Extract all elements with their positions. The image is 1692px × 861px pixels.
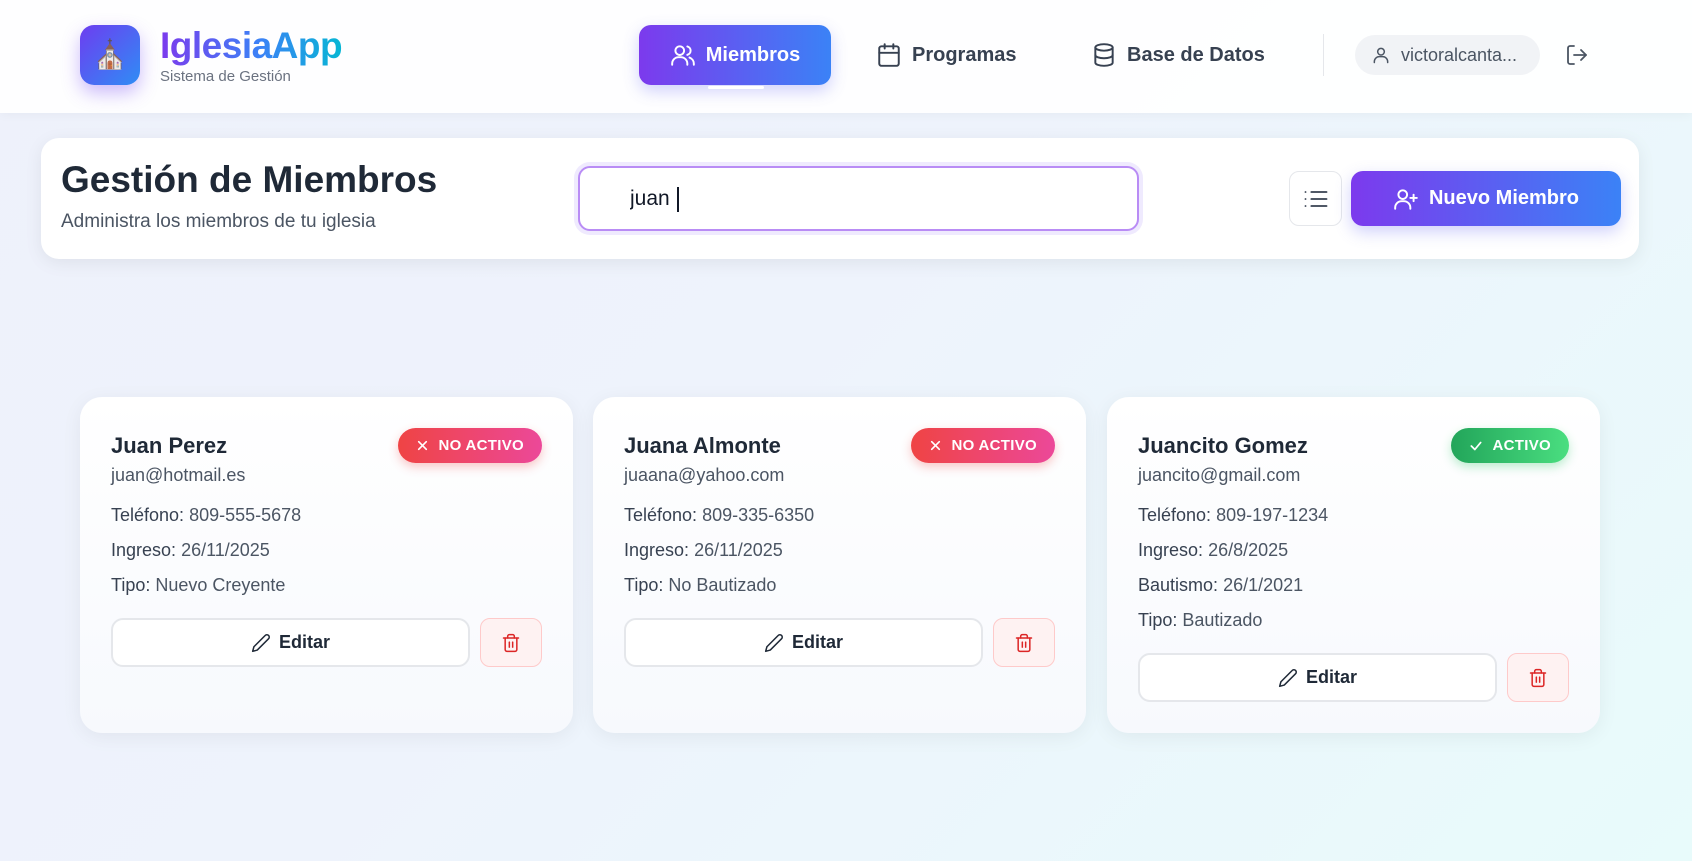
list-view-button[interactable] bbox=[1289, 171, 1342, 226]
check-icon bbox=[1469, 439, 1483, 453]
nav-miembros[interactable]: Miembros bbox=[639, 25, 831, 85]
nav-label: Programas bbox=[912, 43, 1017, 66]
member-baptism-date: Bautismo: 26/1/2021 bbox=[1138, 575, 1304, 595]
brand-subtitle: Sistema de Gestión bbox=[160, 68, 291, 85]
x-icon bbox=[416, 439, 429, 452]
active-nav-indicator bbox=[708, 86, 764, 89]
member-join-date: Ingreso: 26/11/2025 bbox=[624, 540, 783, 560]
edit-label: Editar bbox=[1305, 667, 1357, 687]
pencil-icon bbox=[764, 633, 784, 653]
member-email: juancito@gmail.com bbox=[1138, 465, 1301, 485]
user-name: victoralcanta... bbox=[1401, 44, 1518, 65]
member-name: Juancito Gomez bbox=[1138, 433, 1308, 458]
edit-button[interactable]: Editar bbox=[624, 618, 983, 667]
edit-button[interactable]: Editar bbox=[111, 618, 470, 667]
calendar-icon bbox=[876, 42, 902, 68]
member-name: Juan Perez bbox=[111, 433, 228, 458]
edit-label: Editar bbox=[791, 632, 843, 652]
delete-button[interactable] bbox=[480, 618, 542, 667]
x-icon bbox=[929, 439, 942, 452]
database-icon bbox=[1091, 42, 1117, 68]
app-logo[interactable]: ⛪ bbox=[80, 25, 140, 85]
nav-label: Miembros bbox=[705, 43, 801, 66]
logout-button[interactable] bbox=[1562, 40, 1592, 70]
edit-button[interactable]: Editar bbox=[1138, 653, 1497, 702]
status-label: NO ACTIVO bbox=[438, 437, 524, 454]
member-email: juaana@yahoo.com bbox=[624, 465, 785, 485]
status-badge: NO ACTIVO bbox=[397, 428, 542, 463]
members-toolbar: Gestión de Miembros Administra los miemb… bbox=[41, 138, 1639, 259]
delete-button[interactable] bbox=[993, 618, 1055, 667]
app-header: ⛪ IglesiaApp Sistema de Gestión Miembros… bbox=[0, 0, 1692, 113]
member-card: Juan Perez juan@hotmail.es NO ACTIVO Tel… bbox=[80, 397, 573, 733]
new-member-label: Nuevo Miembro bbox=[1428, 187, 1580, 209]
status-badge: ACTIVO bbox=[1450, 428, 1569, 463]
page-subtitle: Administra los miembros de tu iglesia bbox=[61, 211, 376, 232]
member-type: Tipo: No Bautizado bbox=[624, 575, 777, 595]
user-icon bbox=[1371, 45, 1391, 65]
delete-button[interactable] bbox=[1507, 653, 1569, 702]
status-badge: NO ACTIVO bbox=[910, 428, 1055, 463]
search-input[interactable] bbox=[630, 168, 1120, 229]
nav-programas[interactable]: Programas bbox=[856, 25, 1037, 85]
member-phone: Teléfono: 809-335-6350 bbox=[624, 505, 815, 525]
new-member-button[interactable]: Nuevo Miembro bbox=[1351, 171, 1621, 226]
pencil-icon bbox=[1278, 668, 1298, 688]
search-box[interactable] bbox=[578, 166, 1139, 231]
member-type: Tipo: Nuevo Creyente bbox=[111, 575, 286, 595]
nav-base-de-datos[interactable]: Base de Datos bbox=[1071, 25, 1285, 85]
nav-label: Base de Datos bbox=[1127, 43, 1265, 66]
list-icon bbox=[1302, 185, 1330, 213]
status-label: ACTIVO bbox=[1492, 437, 1551, 454]
pencil-icon bbox=[251, 633, 271, 653]
trash-icon bbox=[501, 633, 521, 653]
user-menu[interactable]: victoralcanta... bbox=[1355, 35, 1540, 75]
member-name: Juana Almonte bbox=[624, 433, 781, 458]
logout-icon bbox=[1565, 43, 1589, 67]
church-icon: ⛪ bbox=[92, 39, 128, 70]
member-email: juan@hotmail.es bbox=[111, 465, 246, 485]
member-phone: Teléfono: 809-197-1234 bbox=[1138, 505, 1329, 525]
header-divider bbox=[1323, 34, 1324, 76]
trash-icon bbox=[1014, 633, 1034, 653]
user-plus-icon bbox=[1393, 186, 1419, 212]
member-join-date: Ingreso: 26/8/2025 bbox=[1138, 540, 1289, 560]
page-title: Gestión de Miembros bbox=[61, 159, 438, 200]
text-caret bbox=[677, 187, 679, 212]
member-card: Juancito Gomez juancito@gmail.com ACTIVO… bbox=[1107, 397, 1600, 733]
edit-label: Editar bbox=[278, 632, 330, 652]
users-icon bbox=[670, 42, 696, 68]
member-join-date: Ingreso: 26/11/2025 bbox=[111, 540, 270, 560]
member-type: Tipo: Bautizado bbox=[1138, 610, 1263, 630]
trash-icon bbox=[1528, 668, 1548, 688]
status-label: NO ACTIVO bbox=[951, 437, 1037, 454]
member-card: Juana Almonte juaana@yahoo.com NO ACTIVO… bbox=[593, 397, 1086, 733]
brand-title: IglesiaApp bbox=[160, 25, 343, 66]
member-phone: Teléfono: 809-555-5678 bbox=[111, 505, 302, 525]
